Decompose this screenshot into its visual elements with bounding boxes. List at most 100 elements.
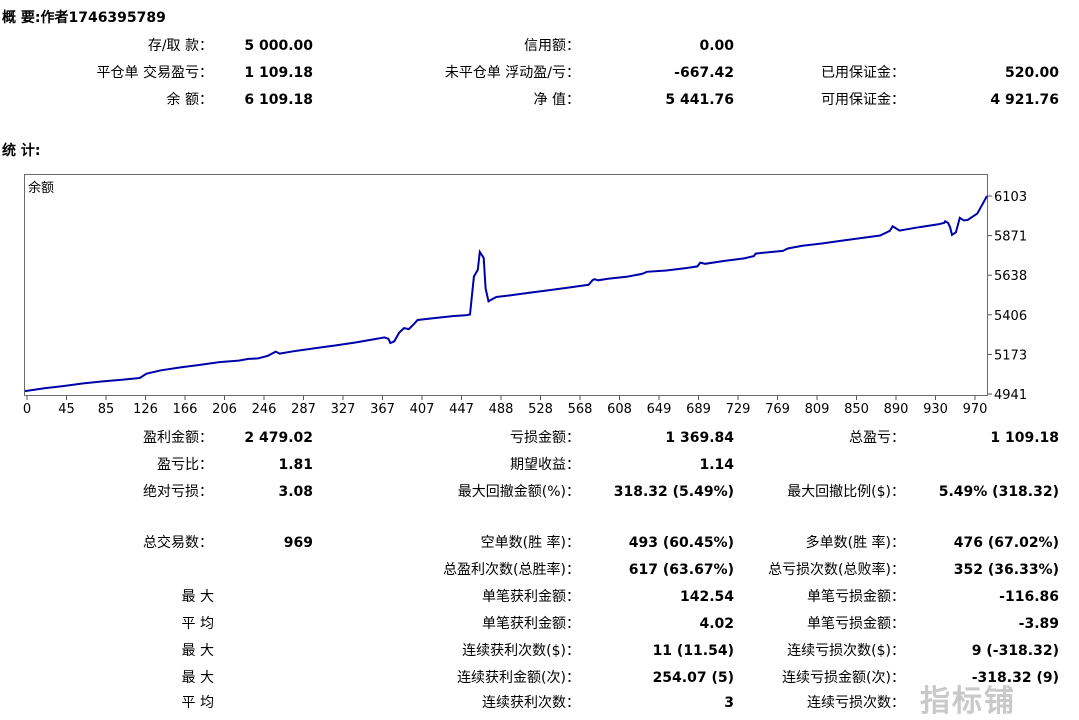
maximal-consecutive-loss-label: 连续亏损金额(次)： xyxy=(782,670,905,686)
average-consecutive-wins-value: 3 xyxy=(724,695,734,711)
y-tick-label: 5173 xyxy=(994,348,1027,363)
max-consecutive-losses-value: 9 (-318.32) xyxy=(971,643,1059,659)
max-consecutive-losses-label: 连续亏损次数($)： xyxy=(787,643,905,659)
profit-factor-value: 1.81 xyxy=(278,457,313,473)
gross-loss-label: 亏损金额： xyxy=(510,430,580,446)
y-tick-label: 5406 xyxy=(994,309,1027,324)
relative-drawdown-label: 最大回撤比例($)： xyxy=(787,484,905,500)
average-consecutive-wins-label: 连续获利次数： xyxy=(482,695,580,711)
gross-profit-value: 2 479.02 xyxy=(244,430,313,446)
equity-label: 净 值： xyxy=(533,92,580,108)
chart-title: 余额 xyxy=(28,180,54,196)
x-tick-label: 327 xyxy=(331,402,356,417)
free-margin-value: 4 921.76 xyxy=(990,92,1059,108)
maximal-consecutive-profit-value: 254.07 (5) xyxy=(652,670,734,686)
x-tick-label: 608 xyxy=(607,402,632,417)
max-consecutive-wins-label: 连续获利次数($)： xyxy=(462,643,580,659)
total-trades-value: 969 xyxy=(283,535,313,551)
average-consecutive-losses-label: 连续亏损次数： xyxy=(807,695,905,711)
average-loss-trade-label: 单笔亏损金额： xyxy=(807,616,905,632)
x-tick-label: 769 xyxy=(765,402,790,417)
short-positions-value: 493 (60.45%) xyxy=(628,535,734,551)
x-tick-label: 447 xyxy=(449,402,474,417)
x-tick-label: 850 xyxy=(844,402,869,417)
x-tick-label: 0 xyxy=(23,402,31,417)
gross-loss-value: 1 369.84 xyxy=(665,430,734,446)
x-tick-label: 45 xyxy=(58,402,75,417)
y-tick-label: 5871 xyxy=(994,230,1027,245)
used-margin-label: 已用保证金： xyxy=(821,65,905,81)
average-group-label: 平 均 xyxy=(181,616,214,632)
x-tick-label: 809 xyxy=(805,402,830,417)
expected-payoff-label: 期望收益： xyxy=(510,457,580,473)
largest-profit-trade-value: 142.54 xyxy=(679,589,734,605)
absolute-drawdown-label: 绝对亏损： xyxy=(143,484,213,500)
short-positions-label: 空单数(胜 率)： xyxy=(480,535,580,551)
free-margin-label: 可用保证金： xyxy=(821,92,905,108)
gross-profit-label: 盈利金额： xyxy=(143,430,213,446)
balance-label: 余 额： xyxy=(166,92,213,108)
balance-chart: 余额 0 45 85 126 166 206 246 287 327 367 407 447 488 52… xyxy=(23,180,1027,417)
x-tick-label: 970 xyxy=(963,402,988,417)
y-tick-label: 6103 xyxy=(994,190,1027,205)
closed-pl-label: 平仓单 交易盈亏： xyxy=(96,65,213,81)
x-tick-label: 166 xyxy=(173,402,198,417)
x-tick-label: 890 xyxy=(884,402,909,417)
max-drawdown-label: 最大回撤金额(%)： xyxy=(457,484,580,500)
x-tick-label: 689 xyxy=(686,402,711,417)
x-tick-label: 126 xyxy=(133,402,158,417)
balance-line xyxy=(24,195,988,393)
long-positions-value: 476 (67.02%) xyxy=(953,535,1059,551)
floating-pl-label: 未平仓单 浮动盈/亏： xyxy=(444,65,580,81)
stats-title: 统 计: xyxy=(2,143,41,159)
profit-factor-label: 盈亏比： xyxy=(157,457,213,473)
deposit-value: 5 000.00 xyxy=(244,38,313,54)
largest-profit-trade-label: 单笔获利金额： xyxy=(482,589,580,605)
x-tick-label: 649 xyxy=(647,402,672,417)
long-positions-label: 多单数(胜 率)： xyxy=(805,535,905,551)
max-consecutive-wins-value: 11 (11.54) xyxy=(652,643,734,659)
balance-value: 6 109.18 xyxy=(244,92,313,108)
total-trades-label: 总交易数： xyxy=(143,535,213,551)
closed-pl-value: 1 109.18 xyxy=(244,65,313,81)
y-tick-label: 4941 xyxy=(994,388,1027,403)
x-tick-label: 85 xyxy=(98,402,115,417)
average-profit-trade-value: 4.02 xyxy=(699,616,734,632)
x-tick-label: 729 xyxy=(726,402,751,417)
profit-trades-label: 总盈利次数(总胜率)： xyxy=(443,562,580,578)
profit-trades-value: 617 (63.67%) xyxy=(628,562,734,578)
deposit-label: 存/取 款： xyxy=(147,38,213,54)
y-tick-label: 5638 xyxy=(994,269,1027,284)
largest-loss-trade-label: 单笔亏损金额： xyxy=(807,589,905,605)
max-drawdown-value: 318.32 (5.49%) xyxy=(613,484,734,500)
average-profit-trade-label: 单笔获利金额： xyxy=(482,616,580,632)
x-tick-label: 367 xyxy=(370,402,395,417)
total-pl-label: 总盈亏： xyxy=(849,430,905,446)
maximum-group-label: 最 大 xyxy=(181,643,214,659)
average-loss-trade-value: -3.89 xyxy=(1018,616,1059,632)
equity-value: 5 441.76 xyxy=(665,92,734,108)
expected-payoff-value: 1.14 xyxy=(699,457,734,473)
x-tick-label: 488 xyxy=(489,402,514,417)
relative-drawdown-value: 5.49% (318.32) xyxy=(938,484,1059,500)
used-margin-value: 520.00 xyxy=(1004,65,1059,81)
largest-loss-trade-value: -116.86 xyxy=(999,589,1059,605)
x-tick-label: 528 xyxy=(528,402,553,417)
x-tick-label: 568 xyxy=(568,402,593,417)
x-tick-label: 930 xyxy=(923,402,948,417)
credit-label: 信用额： xyxy=(524,38,580,54)
x-tick-label: 407 xyxy=(410,402,435,417)
x-tick-label: 287 xyxy=(291,402,316,417)
summary-title: 概 要:作者1746395789 xyxy=(2,10,166,26)
loss-trades-value: 352 (36.33%) xyxy=(953,562,1059,578)
x-tick-label: 206 xyxy=(212,402,237,417)
average-consecutive-group-label: 平 均 xyxy=(181,695,214,711)
maximal-consecutive-profit-label: 连续获利金额(次)： xyxy=(457,670,580,686)
loss-trades-label: 总亏损次数(总败率)： xyxy=(768,562,905,578)
total-pl-value: 1 109.18 xyxy=(990,430,1059,446)
absolute-drawdown-value: 3.08 xyxy=(278,484,313,500)
credit-value: 0.00 xyxy=(699,38,734,54)
x-tick-label: 246 xyxy=(252,402,277,417)
floating-pl-value: -667.42 xyxy=(674,65,734,81)
largest-group-label: 最 大 xyxy=(181,589,214,605)
